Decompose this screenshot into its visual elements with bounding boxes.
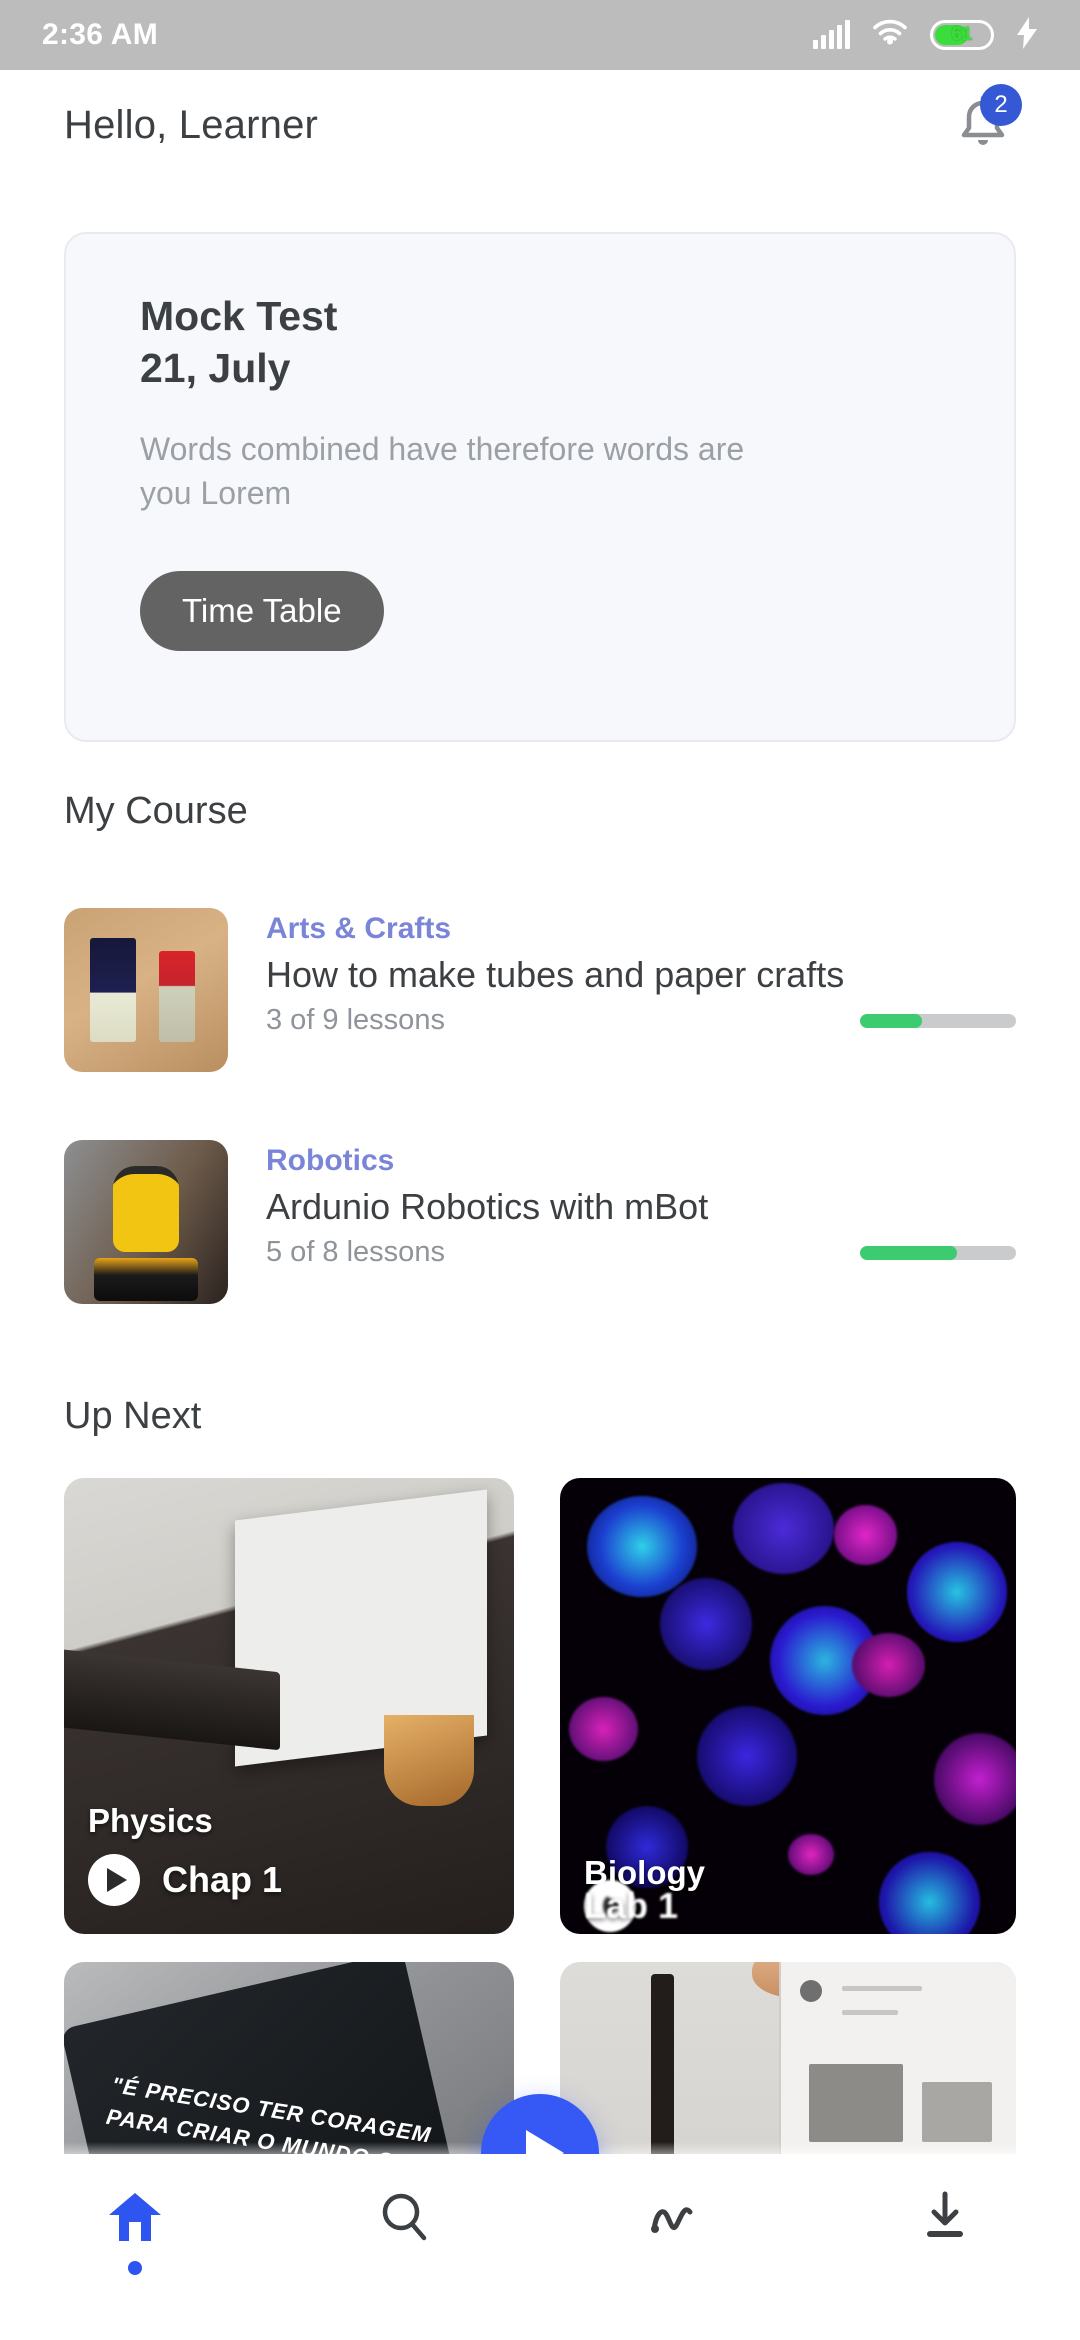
home-icon — [104, 2188, 166, 2251]
mock-test-description: Words combined have therefore words are … — [140, 430, 745, 512]
course-title: How to make tubes and paper crafts — [266, 954, 845, 995]
course-lessons-count: 5 of 8 lessons — [266, 1236, 445, 1268]
search-icon — [374, 2188, 436, 2251]
course-progress-bar — [860, 1013, 1016, 1028]
page-header: Hello, Learner 2 — [0, 70, 1080, 180]
play-icon[interactable] — [88, 1854, 140, 1906]
charging-bolt-icon — [1016, 16, 1038, 54]
status-bar: 2:36 AM 61 — [0, 0, 1080, 70]
mock-test-card[interactable]: Mock Test 21, July Words combined have t… — [64, 232, 1016, 742]
up-next-card-biology[interactable]: Biology Lab 1 — [560, 1478, 1016, 1934]
course-title: Ardunio Robotics with mBot — [266, 1186, 709, 1227]
nav-item-home[interactable] — [0, 2188, 270, 2275]
nav-item-activity[interactable] — [540, 2188, 810, 2251]
activity-icon — [644, 2188, 706, 2251]
course-info: Robotics Ardunio Robotics with mBot 5 of… — [266, 1140, 1016, 1304]
notifications-button[interactable]: 2 — [948, 84, 1022, 160]
app-screen: 2:36 AM 61 Hello, Learner 2 Mock Test 21… — [0, 0, 1080, 2340]
bell-icon — [948, 95, 1018, 164]
course-thumbnail-arts — [64, 908, 228, 1072]
status-bar-time: 2:36 AM — [42, 18, 159, 51]
time-table-button[interactable]: Time Table — [140, 571, 384, 652]
status-bar-icons: 61 — [813, 16, 1038, 54]
bottom-navigation — [0, 2154, 1080, 2340]
battery-percent-label: 61 — [951, 24, 973, 45]
course-lessons-count: 3 of 9 lessons — [266, 1004, 445, 1036]
up-next-card-physics[interactable]: Physics Chap 1 — [64, 1478, 514, 1934]
course-thumbnail-robotics — [64, 1140, 228, 1304]
course-info: Arts & Crafts How to make tubes and pape… — [266, 908, 1016, 1072]
up-next-chapter: Lab 1 — [584, 1885, 679, 1926]
notification-badge: 2 — [980, 84, 1022, 126]
nav-item-downloads[interactable] — [810, 2188, 1080, 2251]
signal-icon — [813, 20, 850, 49]
nav-item-search[interactable] — [270, 2188, 540, 2251]
course-progress-row: 5 of 8 lessons — [266, 1236, 1016, 1269]
up-next-chapter: Chap 1 — [162, 1859, 283, 1900]
up-next-overlay: Physics Chap 1 — [64, 1802, 514, 1934]
mock-test-date: 21, July — [140, 345, 291, 392]
battery-icon: 61 — [930, 20, 994, 50]
up-next-subject: Physics — [88, 1802, 213, 1839]
my-course-heading: My Course — [64, 790, 248, 832]
download-icon — [914, 2188, 976, 2251]
wifi-icon — [872, 19, 908, 52]
course-list-item[interactable]: Robotics Ardunio Robotics with mBot 5 of… — [64, 1140, 1016, 1304]
course-list-item[interactable]: Arts & Crafts How to make tubes and pape… — [64, 908, 1016, 1072]
course-category: Arts & Crafts — [266, 912, 452, 945]
course-progress-row: 3 of 9 lessons — [266, 1004, 1016, 1037]
course-category: Robotics — [266, 1144, 395, 1177]
page-title: Hello, Learner — [64, 102, 319, 147]
up-next-overlay: Biology Lab 1 — [560, 1854, 1016, 1934]
mock-test-title: Mock Test — [140, 293, 338, 339]
course-progress-bar — [860, 1245, 1016, 1260]
up-next-heading: Up Next — [64, 1395, 202, 1437]
nav-active-indicator — [128, 2261, 142, 2275]
